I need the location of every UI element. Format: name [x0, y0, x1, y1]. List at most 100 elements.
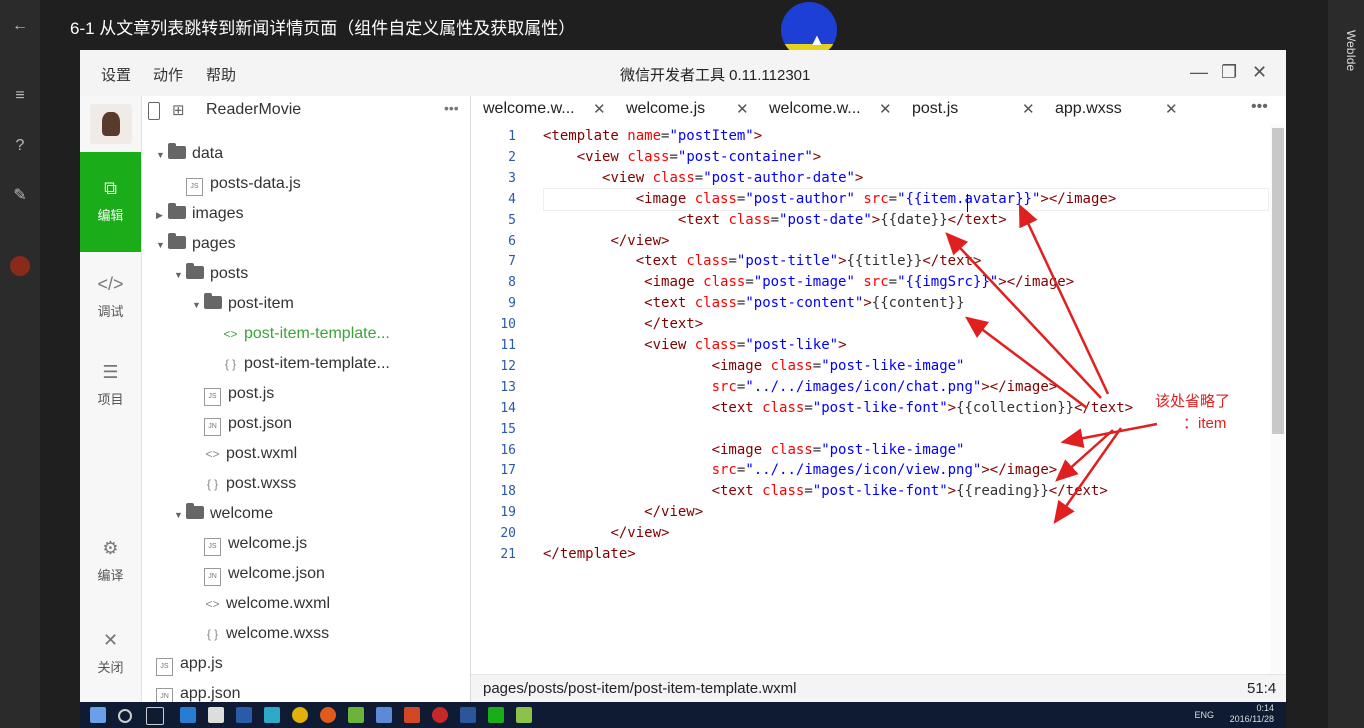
close-icon[interactable]: ✕ — [1022, 100, 1035, 118]
tab-welcome-js[interactable]: welcome.js — [626, 100, 705, 118]
tree-file[interactable]: JS app.js — [156, 651, 223, 677]
hierarchy-icon[interactable]: ⊞ — [172, 101, 185, 119]
nav-debug[interactable]: </> 调试 — [80, 274, 141, 320]
code-line[interactable]: 6 </view> — [471, 231, 1267, 252]
caret-down-icon[interactable]: ▼ — [192, 292, 204, 318]
tree-folder[interactable]: ▼ post-item — [192, 291, 294, 317]
caret-down-icon[interactable]: ▼ — [174, 262, 186, 288]
project-avatar[interactable] — [90, 104, 132, 144]
close-window-button[interactable]: ✕ — [1252, 62, 1267, 83]
code-line[interactable]: 8 <image class="post-image" src="{{imgSr… — [471, 272, 1267, 293]
tab-welcome-wxml-2[interactable]: welcome.w... — [769, 100, 861, 118]
maximize-button[interactable]: ❐ — [1221, 62, 1237, 83]
code-line[interactable]: 3 <view class="post-author-date"> — [471, 168, 1267, 189]
app-icon[interactable] — [264, 707, 280, 723]
code-line[interactable]: 15 — [471, 419, 1267, 440]
tab-app-wxss[interactable]: app.wxss — [1055, 100, 1122, 118]
nav-project[interactable]: ☰ 项目 — [80, 362, 141, 408]
tab-post-js[interactable]: post.js — [912, 100, 958, 118]
code-text: src="../../images/icon/chat.png"></image… — [711, 378, 1058, 395]
tree-file[interactable]: <> post.wxml — [204, 441, 297, 467]
notepad-icon[interactable] — [516, 707, 532, 723]
firefox-icon[interactable] — [320, 707, 336, 723]
start-icon[interactable] — [90, 707, 106, 723]
help-icon[interactable]: ? — [10, 136, 30, 156]
code-line[interactable]: 9 <text class="post-content">{{content}} — [471, 293, 1267, 314]
code-line[interactable]: 18 <text class="post-like-font">{{readin… — [471, 481, 1267, 502]
more-icon[interactable]: ••• — [444, 100, 459, 116]
tree-folder[interactable]: ▼ data — [156, 141, 223, 167]
minimize-button[interactable]: — — [1190, 62, 1208, 83]
nav-edit[interactable]: ⧉ 编辑 — [80, 152, 141, 252]
code-line[interactable]: 14 <text class="post-like-font">{{collec… — [471, 398, 1267, 419]
tree-folder[interactable]: ▼ welcome — [174, 501, 273, 527]
webstorm-icon[interactable] — [376, 707, 392, 723]
code-line[interactable]: 4 <image class="post-author" src="{{item… — [471, 189, 1267, 210]
caret-right-icon[interactable]: ▶ — [156, 202, 168, 228]
code-line[interactable]: 19 </view> — [471, 502, 1267, 523]
code-line[interactable]: 12 <image class="post-like-image" — [471, 356, 1267, 377]
edge-icon[interactable] — [180, 707, 196, 723]
close-icon[interactable]: ✕ — [1165, 100, 1178, 118]
user-avatar-icon[interactable] — [10, 256, 30, 276]
menu-actions[interactable]: 动作 — [153, 64, 183, 85]
menu-icon[interactable]: ≡ — [10, 86, 30, 106]
code-line[interactable]: 16 <image class="post-like-image" — [471, 440, 1267, 461]
clock[interactable]: 0:14 2016/11/28 — [1230, 703, 1274, 725]
code-line[interactable]: 13 src="../../images/icon/chat.png"></im… — [471, 377, 1267, 398]
nav-close[interactable]: ✕ 关闭 — [80, 630, 141, 676]
recorder-icon[interactable] — [432, 707, 448, 723]
preview-toggle-icon[interactable] — [148, 102, 160, 120]
close-icon[interactable]: ✕ — [593, 100, 606, 118]
webide-side-panel[interactable]: WebIde — [1328, 0, 1364, 728]
close-icon[interactable]: ✕ — [736, 100, 749, 118]
pencil-icon[interactable]: ✎ — [10, 186, 30, 206]
powerpoint-icon[interactable] — [404, 707, 420, 723]
tree-folder[interactable]: ▼ pages — [156, 231, 236, 257]
editor-scrollbar-thumb[interactable] — [1272, 128, 1284, 434]
tree-folder[interactable]: ▼ posts — [174, 261, 248, 287]
caret-down-icon[interactable]: ▼ — [156, 142, 168, 168]
code-line[interactable]: 20 </view> — [471, 523, 1267, 544]
tree-folder[interactable]: ▶ images — [156, 201, 244, 227]
close-icon[interactable]: ✕ — [879, 100, 892, 118]
tree-file[interactable]: JS posts-data.js — [186, 171, 301, 197]
chrome-icon[interactable] — [292, 707, 308, 723]
tabs-more-icon[interactable]: ••• — [1251, 98, 1268, 116]
tree-file[interactable]: <> welcome.wxml — [204, 591, 330, 617]
tab-welcome-wxml-1[interactable]: welcome.w... — [483, 100, 575, 118]
code-line[interactable]: 11 <view class="post-like"> — [471, 335, 1267, 356]
menu-help[interactable]: 帮助 — [206, 64, 236, 85]
tree-file[interactable]: <> post-item-template... — [222, 321, 389, 347]
code-line[interactable]: 21 </template> — [471, 544, 1267, 565]
tree-file[interactable]: JN welcome.json — [204, 561, 325, 587]
search-icon[interactable] — [118, 709, 132, 723]
tree-file[interactable]: JN post.json — [204, 411, 292, 437]
menu-settings[interactable]: 设置 — [101, 64, 131, 85]
code-line[interactable]: 2 <view class="post-container"> — [471, 147, 1267, 168]
code-line[interactable]: 17 src="../../images/icon/view.png"></im… — [471, 460, 1267, 481]
explorer-icon[interactable] — [208, 707, 224, 723]
tree-file[interactable]: JS post.js — [204, 381, 274, 407]
wxss-file-icon: { } — [224, 357, 237, 371]
back-arrow-icon[interactable]: ← — [10, 16, 30, 36]
caret-down-icon[interactable]: ▼ — [174, 502, 186, 528]
code-line[interactable]: 10 </text> — [471, 314, 1267, 335]
tree-file[interactable]: { } welcome.wxss — [204, 621, 329, 647]
app-icon[interactable] — [348, 707, 364, 723]
photoshop-icon[interactable] — [236, 707, 252, 723]
code-line[interactable]: 5 <text class="post-date">{{date}}</text… — [471, 210, 1267, 231]
wechat-devtools-icon[interactable] — [488, 707, 504, 723]
tree-file[interactable]: { } post-item-template... — [222, 351, 390, 377]
code-text: <text class="post-like-font">{{reading}}… — [711, 483, 1108, 500]
tree-file[interactable]: JS welcome.js — [204, 531, 307, 557]
word-icon[interactable] — [460, 707, 476, 723]
nav-compile[interactable]: ⚙ 编译 — [80, 538, 141, 584]
task-view-icon[interactable] — [146, 707, 164, 725]
code-line[interactable]: 1 <template name="postItem"> — [471, 126, 1267, 147]
code-line[interactable]: 7 <text class="post-title">{{title}}</te… — [471, 251, 1267, 272]
code-editor[interactable]: 1 <template name="postItem"> 2 <view class… — [471, 124, 1286, 674]
caret-down-icon[interactable]: ▼ — [156, 232, 168, 258]
tree-file[interactable]: { } post.wxss — [204, 471, 296, 497]
input-language[interactable]: ENG — [1194, 710, 1214, 720]
